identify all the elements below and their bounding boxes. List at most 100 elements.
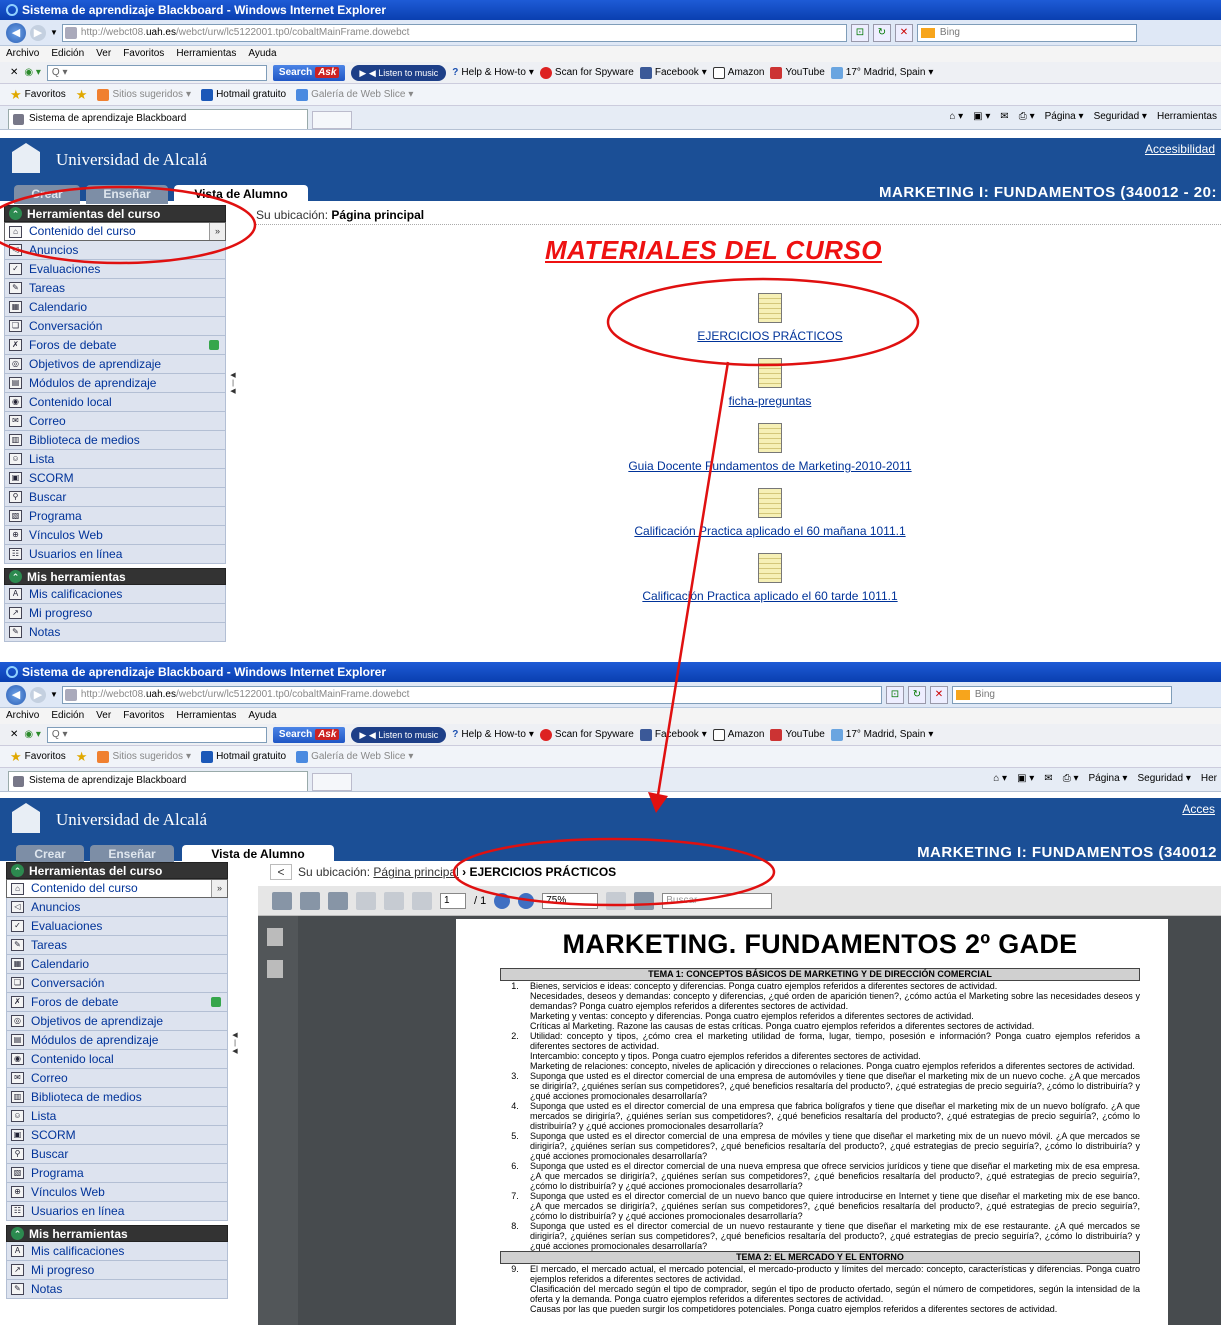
- spyware-button[interactable]: Scan for Spyware: [539, 728, 634, 741]
- save-icon[interactable]: [300, 891, 320, 910]
- menu-ver[interactable]: Ver: [96, 48, 111, 59]
- page-menu[interactable]: Página ▾: [1089, 773, 1128, 784]
- feeds-icon[interactable]: ▣ ▾: [973, 111, 990, 122]
- sidebar-item-scorm[interactable]: ▣ SCORM: [4, 469, 226, 488]
- document-guia[interactable]: Guia Docente Fundamentos de Marketing-20…: [585, 423, 955, 473]
- bing-search-input[interactable]: Bing: [951, 685, 1172, 704]
- chevron-down-icon[interactable]: »: [211, 880, 227, 897]
- history-dropdown-icon[interactable]: ▼: [50, 690, 58, 699]
- course-tools-header[interactable]: Herramientas del curso: [4, 205, 226, 222]
- sidebar-item-contenido-local[interactable]: ◉ Contenido local: [4, 393, 226, 412]
- security-menu[interactable]: Seguridad ▾: [1094, 111, 1147, 122]
- mail-icon[interactable]: ✉: [1000, 111, 1008, 122]
- accessibility-link[interactable]: Acces: [1182, 802, 1215, 816]
- sidebar-item-programa[interactable]: ▧ Programa: [6, 1164, 228, 1183]
- amazon-button[interactable]: Amazon: [712, 728, 764, 741]
- breadcrumb-home-link[interactable]: Página principal: [373, 865, 458, 879]
- sidebar-item-conversacion[interactable]: ❏ Conversación: [4, 317, 226, 336]
- menu-archivo[interactable]: Archivo: [6, 710, 39, 721]
- security-menu[interactable]: Seguridad ▾: [1137, 773, 1190, 784]
- sidebar-item-biblioteca[interactable]: ▥ Biblioteca de medios: [4, 431, 226, 450]
- menu-archivo[interactable]: Archivo: [6, 48, 39, 59]
- menu-ayuda[interactable]: Ayuda: [248, 48, 276, 59]
- forward-icon[interactable]: ▶: [30, 24, 46, 41]
- new-tab-button[interactable]: [312, 773, 352, 791]
- hotmail-link[interactable]: Hotmail gratuito: [201, 88, 286, 101]
- course-content-select[interactable]: ⌂ Contenido del curso»: [4, 222, 226, 241]
- email-icon[interactable]: [356, 891, 376, 910]
- sidebar-item-tareas[interactable]: ✎ Tareas: [4, 279, 226, 298]
- facebook-button[interactable]: Facebook ▾: [639, 728, 707, 741]
- compat-view-icon[interactable]: ⊡: [850, 23, 869, 42]
- menu-ayuda[interactable]: Ayuda: [248, 710, 276, 721]
- sidebar-item-anuncios[interactable]: ◁ Anuncios: [4, 241, 226, 260]
- print-icon[interactable]: ⎙ ▾: [1063, 773, 1079, 784]
- menu-herramientas[interactable]: Herramientas: [176, 48, 236, 59]
- menu-edicion[interactable]: Edición: [51, 48, 84, 59]
- sidebar-item-progreso[interactable]: ↗ Mi progreso: [6, 1261, 228, 1280]
- home-icon[interactable]: ⌂ ▾: [949, 111, 963, 122]
- add-favorite-icon[interactable]: ★: [76, 749, 88, 765]
- url-field[interactable]: http://webct08.uah.es/webct/urw/lc512200…: [61, 685, 882, 704]
- fit-width-icon[interactable]: [634, 891, 655, 910]
- sidebar-item-lista[interactable]: ☺ Lista: [4, 450, 226, 469]
- close-toolbar-icon[interactable]: ✕: [10, 67, 18, 78]
- attachments-icon[interactable]: [267, 960, 283, 978]
- sidebar-item-tareas[interactable]: ✎ Tareas: [6, 936, 228, 955]
- refresh-icon[interactable]: ↻: [907, 685, 926, 704]
- menu-favoritos[interactable]: Favoritos: [123, 48, 164, 59]
- sidebar-item-lista[interactable]: ☺ Lista: [6, 1107, 228, 1126]
- listen-music-button[interactable]: ▶ ◀ Listen to music: [351, 64, 447, 81]
- pages-panel-icon[interactable]: [267, 928, 283, 946]
- next-page-icon[interactable]: [412, 891, 432, 910]
- back-icon[interactable]: ◀: [6, 22, 26, 43]
- favorites-button[interactable]: ★ Favoritos: [10, 87, 66, 103]
- ask-logo-icon[interactable]: ◉ ▾: [24, 729, 41, 740]
- history-dropdown-icon[interactable]: ▼: [50, 28, 58, 37]
- collapse-sidebar-icon[interactable]: ◀ | ◀: [230, 372, 236, 398]
- sidebar-item-usuarios[interactable]: ☷ Usuarios en línea: [4, 545, 226, 564]
- sidebar-item-notas[interactable]: ✎ Notas: [6, 1280, 228, 1299]
- new-tab-button[interactable]: [312, 111, 352, 129]
- sidebar-item-modulos[interactable]: ▤ Módulos de aprendizaje: [4, 374, 226, 393]
- zoom-select[interactable]: 75%: [542, 892, 599, 909]
- tab-vista-alumno[interactable]: Vista de Alumno: [174, 185, 308, 204]
- document-calificacion-tarde[interactable]: Calificación Practica aplicado el 60 tar…: [585, 553, 955, 603]
- page-menu[interactable]: Página ▾: [1045, 111, 1084, 122]
- ask-search-input[interactable]: Q ▾: [46, 64, 267, 81]
- print-icon[interactable]: [272, 891, 292, 910]
- course-content-select[interactable]: ⌂ Contenido del curso»: [6, 879, 228, 898]
- weather-button[interactable]: 17° Madrid, Spain ▾: [830, 728, 933, 741]
- sidebar-item-conversacion[interactable]: ❏ Conversación: [6, 974, 228, 993]
- browser-tab[interactable]: Sistema de aprendizaje Blackboard: [8, 771, 308, 791]
- hotmail-link[interactable]: Hotmail gratuito: [201, 750, 286, 763]
- pdf-search-input[interactable]: Buscar: [662, 892, 773, 909]
- menu-herramientas[interactable]: Herramientas: [176, 710, 236, 721]
- help-howto-button[interactable]: ? Help & How-to ▾: [452, 729, 534, 740]
- back-icon[interactable]: ◀: [6, 684, 26, 705]
- ask-search-button[interactable]: Search Ask: [272, 726, 346, 743]
- favorites-button[interactable]: ★ Favoritos: [10, 749, 66, 765]
- sidebar-item-evaluaciones[interactable]: ✓ Evaluaciones: [4, 260, 226, 279]
- sidebar-item-objetivos[interactable]: ◎ Objetivos de aprendizaje: [4, 355, 226, 374]
- page-number-input[interactable]: 1: [440, 892, 466, 909]
- stop-icon[interactable]: ✕: [929, 685, 948, 704]
- bing-search-input[interactable]: Bing: [916, 23, 1137, 42]
- stop-icon[interactable]: ✕: [894, 23, 913, 42]
- sidebar-item-anuncios[interactable]: ◁ Anuncios: [6, 898, 228, 917]
- zoom-out-icon[interactable]: [494, 892, 511, 909]
- web-slice-link[interactable]: Galería de Web Slice ▾: [296, 88, 413, 101]
- sidebar-item-buscar[interactable]: ⚲ Buscar: [4, 488, 226, 507]
- sidebar-item-modulos[interactable]: ▤ Módulos de aprendizaje: [6, 1031, 228, 1050]
- course-tools-header[interactable]: Herramientas del curso: [6, 862, 228, 879]
- print-icon[interactable]: ⎙ ▾: [1019, 111, 1035, 122]
- sidebar-item-progreso[interactable]: ↗ Mi progreso: [4, 604, 226, 623]
- tab-crear[interactable]: Crear: [14, 185, 80, 204]
- web-slice-link[interactable]: Galería de Web Slice ▾: [296, 750, 413, 763]
- url-field[interactable]: http://webct08.uah.es/webct/urw/lc512200…: [61, 23, 847, 42]
- prev-page-icon[interactable]: [384, 891, 404, 910]
- sidebar-item-buscar[interactable]: ⚲ Buscar: [6, 1145, 228, 1164]
- menu-ver[interactable]: Ver: [96, 710, 111, 721]
- sidebar-item-vinculos[interactable]: ⊕ Vínculos Web: [6, 1183, 228, 1202]
- suggested-sites-link[interactable]: Sitios sugeridos ▾: [97, 88, 191, 101]
